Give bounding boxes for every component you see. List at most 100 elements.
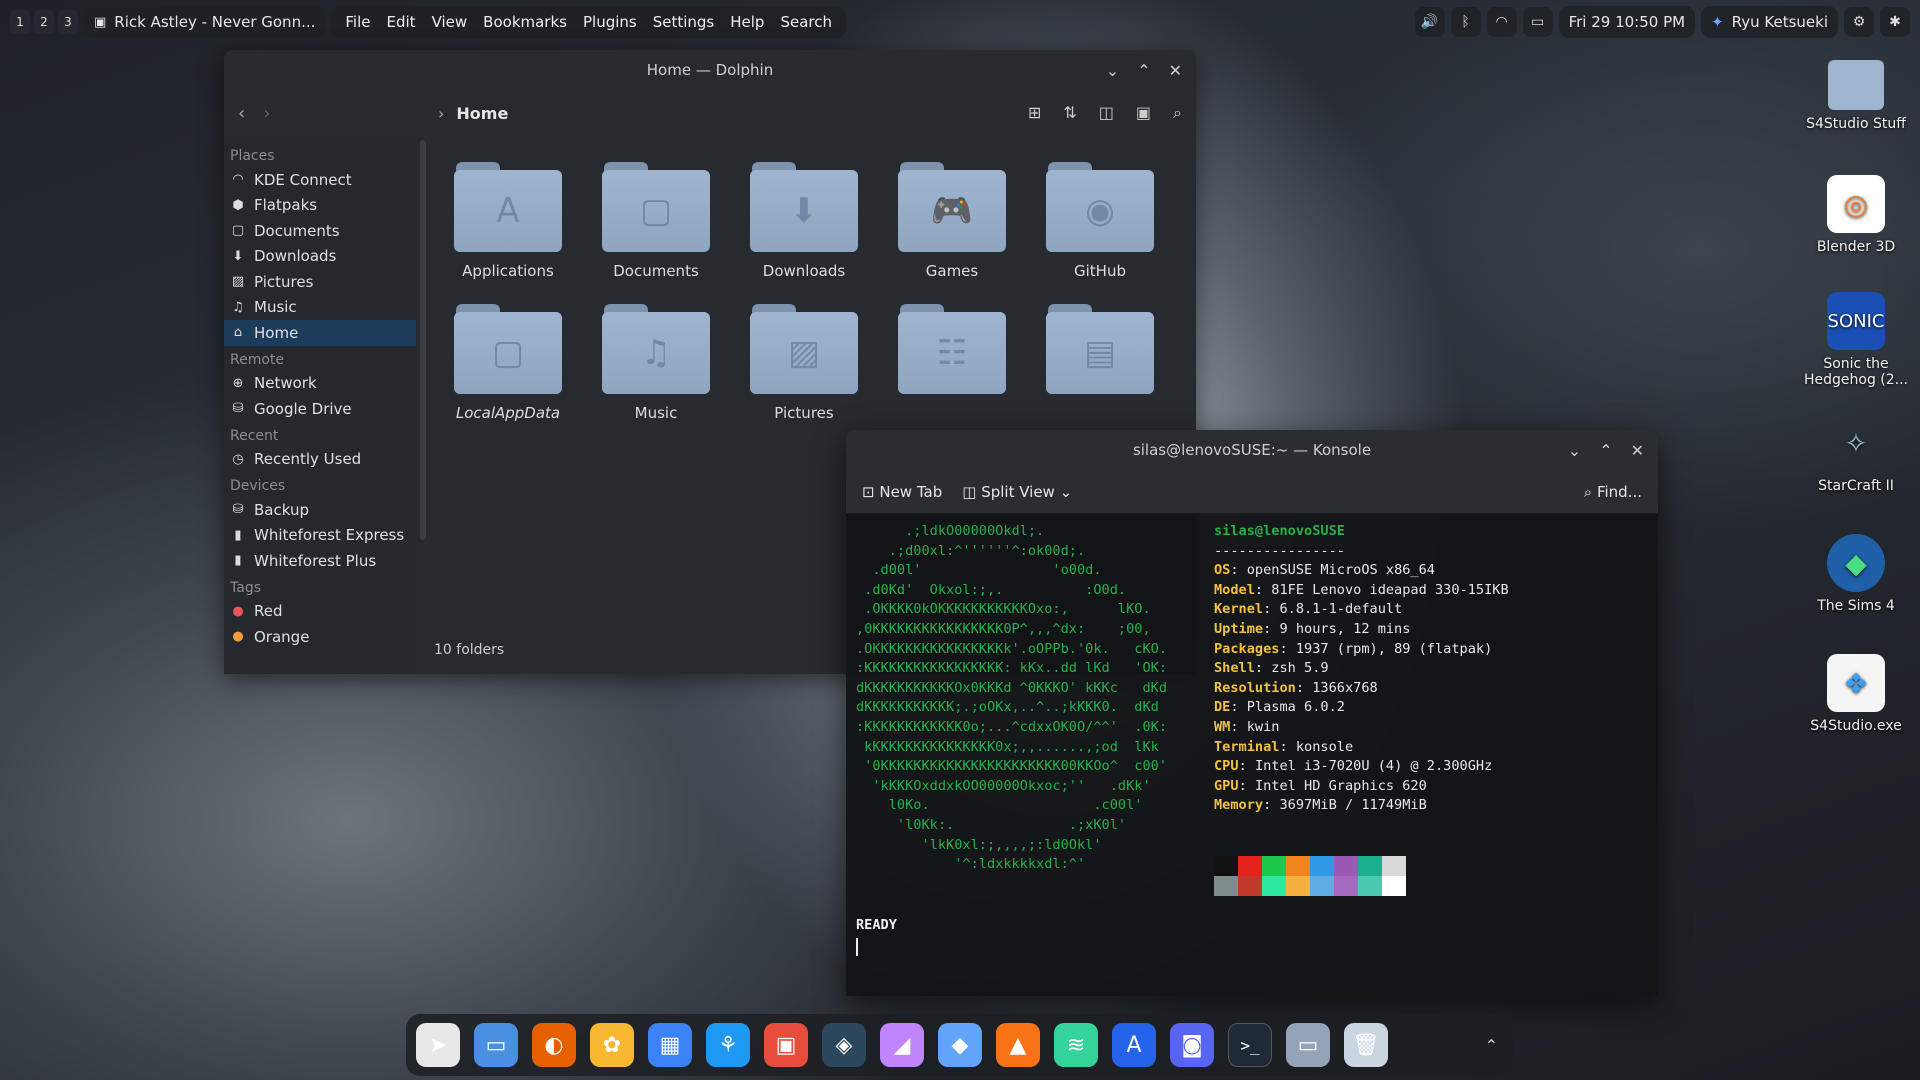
workspace-1[interactable]: 1 bbox=[10, 10, 30, 34]
files-icon[interactable]: ▭ bbox=[474, 1023, 518, 1067]
steam-icon[interactable]: ◈ bbox=[822, 1023, 866, 1067]
terminal-icon[interactable]: >_ bbox=[1228, 1023, 1272, 1067]
places-item-network[interactable]: ⊕ Network bbox=[224, 371, 416, 397]
desktop-icon-s4studio-stuff[interactable]: S4Studio Stuff bbox=[1800, 60, 1912, 132]
kde-connect-icon[interactable]: ⚘ bbox=[706, 1023, 750, 1067]
sort-icon[interactable]: ⇅ bbox=[1063, 103, 1076, 123]
new-tab-button[interactable]: ⊡ New Tab bbox=[862, 483, 942, 501]
user-menu[interactable]: ✦ Ryu Ketsueki bbox=[1701, 6, 1838, 38]
breadcrumb[interactable]: › Home bbox=[438, 104, 508, 123]
paint-icon[interactable]: ◢ bbox=[880, 1023, 924, 1067]
desktop-icon-starcraft[interactable]: ✧ StarCraft II bbox=[1800, 414, 1912, 495]
menu-settings[interactable]: Settings bbox=[649, 13, 719, 31]
menu-plugins[interactable]: Plugins bbox=[579, 13, 641, 31]
apps-icon[interactable]: ▣ bbox=[764, 1023, 808, 1067]
palette-swatch bbox=[1310, 856, 1334, 876]
places-header: Devices bbox=[230, 478, 286, 494]
palette-swatch bbox=[1382, 876, 1406, 896]
places-item-red[interactable]: ● Red bbox=[224, 599, 416, 625]
folder-icon[interactable]: ▭ bbox=[1286, 1023, 1330, 1067]
dolphin-titlebar[interactable]: Home — Dolphin ⌄ ⌃ ✕ bbox=[224, 50, 1196, 90]
info-value: Plasma 6.0.2 bbox=[1246, 699, 1345, 716]
calendar-icon[interactable]: ▦ bbox=[648, 1023, 692, 1067]
konsole-titlebar[interactable]: silas@lenovoSUSE:~ — Konsole ⌄ ⌃ ✕ bbox=[846, 430, 1658, 470]
volume-icon[interactable]: 🔊 bbox=[1414, 7, 1445, 37]
battery-icon[interactable]: ▭ bbox=[1522, 7, 1553, 37]
find-button[interactable]: ⌕ Find... bbox=[1584, 483, 1642, 501]
folder-item[interactable]: ◉ GitHub bbox=[1026, 162, 1174, 280]
desktop-icon-sims4[interactable]: ◆ The Sims 4 bbox=[1800, 534, 1912, 614]
menu-file[interactable]: File bbox=[341, 13, 374, 31]
split-view-button[interactable]: ◫ Split View ⌄ bbox=[962, 483, 1072, 501]
folder-item[interactable]: ▢ Documents bbox=[582, 162, 730, 280]
folder-item[interactable]: ▨ Pictures bbox=[730, 304, 878, 422]
desktop-icon-sonic[interactable]: SONIC Sonic the Hedgehog (2... bbox=[1800, 292, 1912, 388]
places-item-home[interactable]: ⌂ Home bbox=[224, 320, 416, 346]
folder-item[interactable]: 🎮 Games bbox=[878, 162, 1026, 280]
places-item-kde-connect[interactable]: ◠ KDE Connect bbox=[224, 167, 416, 193]
chevron-down-icon: ⌄ bbox=[1054, 482, 1073, 501]
discord-icon[interactable]: ◙ bbox=[1170, 1023, 1214, 1067]
dock-tray-expand-icon[interactable]: ⌃ bbox=[1485, 1036, 1504, 1055]
places-item-downloads[interactable]: ⬇ Downloads bbox=[224, 244, 416, 270]
close-icon[interactable]: ✕ bbox=[1631, 441, 1644, 460]
settings-icon[interactable]: ⚙ bbox=[1844, 7, 1874, 37]
active-window-title[interactable]: ▣ Rick Astley - Never Gonn... bbox=[84, 6, 326, 38]
folder-item[interactable]: A Applications bbox=[434, 162, 582, 280]
palette-swatch bbox=[1286, 856, 1310, 876]
search-icon[interactable]: ⌕ bbox=[1173, 103, 1182, 123]
menu-help[interactable]: Help bbox=[726, 13, 768, 31]
menu-search[interactable]: Search bbox=[776, 13, 836, 31]
terminal-area[interactable]: .;ldkO00000Okdl;. .;d00xl:^''''''^:ok00d… bbox=[846, 514, 1658, 996]
wifi-icon[interactable]: ◠ bbox=[1486, 7, 1517, 37]
places-item-music[interactable]: ♫ Music bbox=[224, 295, 416, 321]
neofetch-info: silas@lenovoSUSE ---------------- OS: open… bbox=[1214, 522, 1509, 816]
info-key: Terminal bbox=[1214, 738, 1280, 755]
menu-edit[interactable]: Edit bbox=[383, 13, 420, 31]
back-icon[interactable]: ‹ bbox=[238, 103, 245, 124]
store-icon[interactable]: A bbox=[1112, 1023, 1156, 1067]
places-item-documents[interactable]: ▢ Documents bbox=[224, 218, 416, 244]
office-icon[interactable]: ◆ bbox=[938, 1023, 982, 1067]
folder-item[interactable]: ▢ LocalAppData bbox=[434, 304, 582, 422]
clock[interactable]: Fri 29 10:50 PM bbox=[1558, 6, 1696, 38]
folder-item[interactable]: ▤ bbox=[1026, 304, 1174, 422]
maximize-icon[interactable]: ⌃ bbox=[1599, 441, 1612, 460]
minimize-icon[interactable]: ⌄ bbox=[1568, 441, 1581, 460]
places-item-recently-used[interactable]: ◷ Recently Used bbox=[224, 447, 416, 473]
folder-item[interactable]: ⬇ Downloads bbox=[730, 162, 878, 280]
menu-view[interactable]: View bbox=[428, 13, 472, 31]
launcher-icon[interactable]: ➤ bbox=[416, 1023, 460, 1067]
trash-icon[interactable]: 🗑 bbox=[1344, 1023, 1388, 1067]
layers-icon[interactable]: ≋ bbox=[1054, 1023, 1098, 1067]
close-icon[interactable]: ✕ bbox=[1169, 61, 1182, 80]
desktop-icon-s4studio-exe[interactable]: ❖ S4Studio.exe bbox=[1800, 654, 1912, 734]
forward-icon[interactable]: › bbox=[263, 103, 270, 124]
icon-view-icon[interactable]: ⊞ bbox=[1028, 103, 1041, 123]
firefox-icon[interactable]: ◐ bbox=[532, 1023, 576, 1067]
workspace-switcher[interactable]: 1 2 3 bbox=[10, 10, 78, 34]
places-item-orange[interactable]: ● Orange bbox=[224, 624, 416, 650]
workspace-2[interactable]: 2 bbox=[34, 10, 54, 34]
preview-icon[interactable]: ▣ bbox=[1136, 103, 1151, 123]
places-scrollbar[interactable] bbox=[420, 140, 426, 540]
desktop-icon-blender[interactable]: ◎ Blender 3D bbox=[1800, 175, 1912, 255]
bluetooth-icon[interactable]: ᛒ bbox=[1450, 7, 1481, 37]
vlc-icon[interactable]: ▲ bbox=[996, 1023, 1040, 1067]
workspace-3[interactable]: 3 bbox=[58, 10, 78, 34]
menu-bookmarks[interactable]: Bookmarks bbox=[479, 13, 571, 31]
folder-item[interactable]: ♫ Music bbox=[582, 304, 730, 422]
minimize-icon[interactable]: ⌄ bbox=[1106, 61, 1119, 80]
places-item-whiteforest-plus[interactable]: ▮ Whiteforest Plus bbox=[224, 548, 416, 574]
places-item-backup[interactable]: ⛁ Backup bbox=[224, 497, 416, 523]
split-view-icon[interactable]: ◫ bbox=[1099, 103, 1114, 123]
places-item-pictures[interactable]: ▨ Pictures bbox=[224, 269, 416, 295]
notifications-icon[interactable]: ✱ bbox=[1880, 7, 1910, 37]
places-item-label: KDE Connect bbox=[254, 170, 352, 189]
places-item-flatpaks[interactable]: ⬢ Flatpaks bbox=[224, 193, 416, 219]
places-item-google-drive[interactable]: ⛁ Google Drive bbox=[224, 396, 416, 422]
places-item-whiteforest-express[interactable]: ▮ Whiteforest Express bbox=[224, 523, 416, 549]
folder-item[interactable]: ☷ bbox=[878, 304, 1026, 422]
photos-icon[interactable]: ✿ bbox=[590, 1023, 634, 1067]
maximize-icon[interactable]: ⌃ bbox=[1137, 61, 1150, 80]
